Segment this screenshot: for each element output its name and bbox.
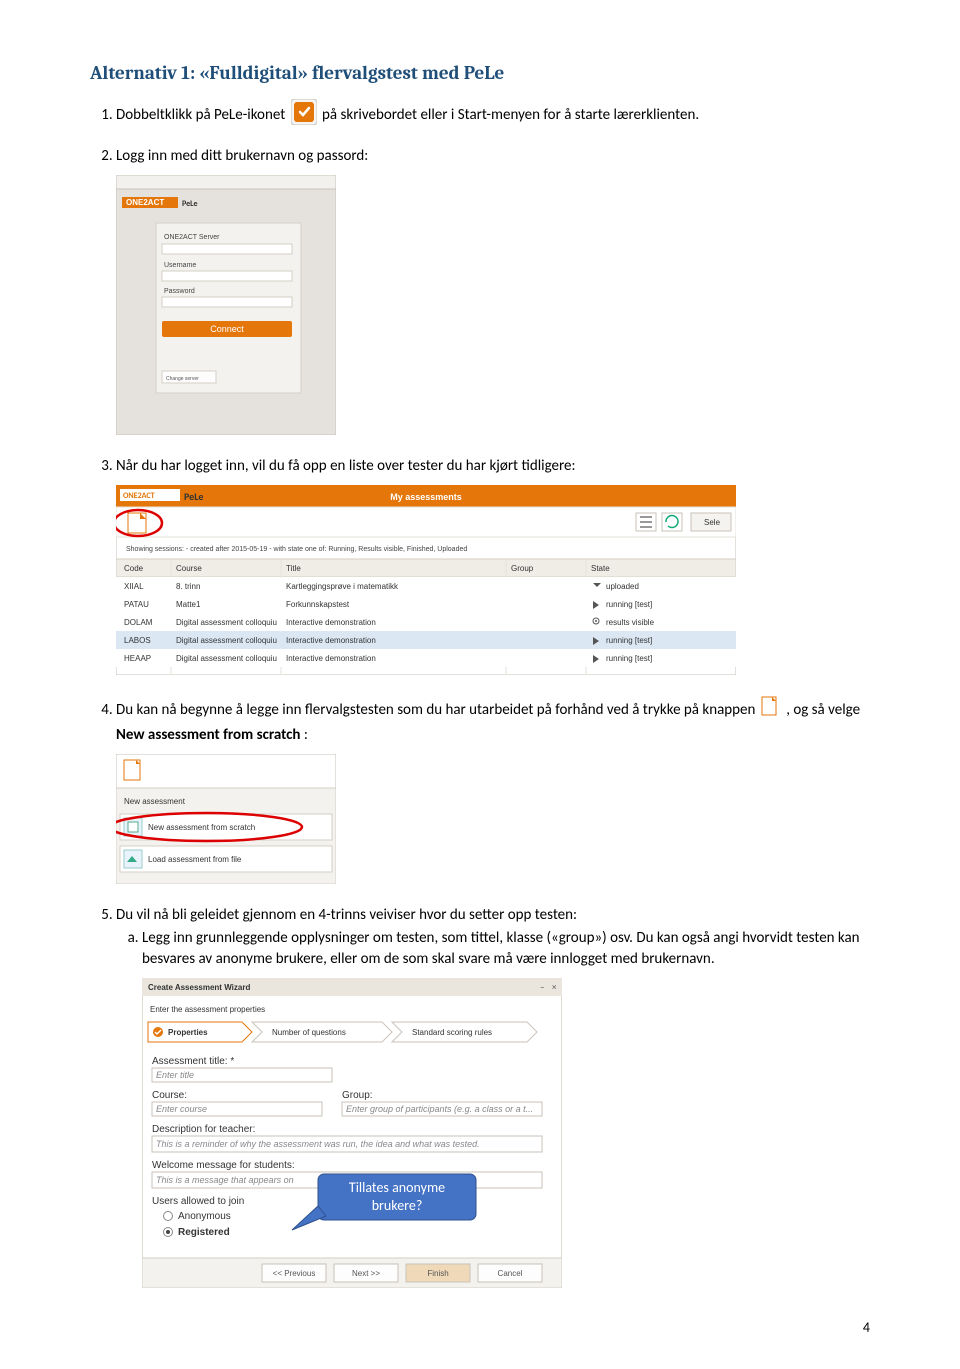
ph-desc: This is a reminder of why the assessment… <box>156 1139 480 1149</box>
ph-asstitle: Enter title <box>156 1070 194 1080</box>
c: DOLAM <box>124 618 153 627</box>
c: Interactive demonstration <box>286 654 376 663</box>
step-list: Dobbeltklikk på PeLe-ikonet på skrivebor… <box>116 99 870 1295</box>
opt-anonymous: Anonymous <box>178 1211 231 1222</box>
col-code: Code <box>124 564 144 573</box>
c: uploaded <box>606 582 639 591</box>
step-4: Du kan nå begynne å legge inn flervalgst… <box>116 696 870 891</box>
wizard-screenshot: Create Assessment Wizard – × Enter the a… <box>142 978 870 1295</box>
col-group: Group <box>511 564 534 573</box>
section-title: Alternativ 1: «Fulldigital» flervalgstes… <box>90 60 870 87</box>
lbl-allowed: Users allowed to join <box>152 1196 244 1207</box>
c: Digital assessment colloquiu <box>176 654 277 663</box>
c: running [test] <box>606 636 652 645</box>
step-5: Du vil nå bli geleidet gjennom en 4-trin… <box>116 905 870 1295</box>
c: Digital assessment colloquiu <box>176 618 277 627</box>
brand-text: ONE2ACT <box>126 198 164 207</box>
c: results visible <box>606 618 655 627</box>
wizard-title: Create Assessment Wizard <box>148 983 250 992</box>
minimize-icon: – <box>540 982 544 993</box>
c: Matte1 <box>176 600 201 609</box>
lbl-asstitle: Assessment title: * <box>152 1056 234 1067</box>
btn-finish: Finish <box>427 1269 448 1278</box>
svg-text:brukere?: brukere? <box>372 1197 423 1214</box>
tab-questions: Number of questions <box>272 1028 346 1037</box>
step-3-text: Når du har logget inn, vil du få opp en … <box>116 457 576 475</box>
c: PATAU <box>124 600 149 609</box>
c: running [test] <box>606 654 652 663</box>
step-5-text: Du vil nå bli geleidet gjennom en 4-trin… <box>116 906 577 924</box>
assessments-screenshot: ONE2ACT PeLe My assessments Sele <box>116 485 870 682</box>
step-1-text-b: på skrivebordet eller i Start-menyen for… <box>322 106 699 124</box>
step-4-bold: New assessment from scratch <box>116 726 300 744</box>
btn-next: Next >> <box>352 1269 380 1278</box>
close-icon: × <box>552 982 557 993</box>
c: running [test] <box>606 600 652 609</box>
menu-scratch: New assessment from scratch <box>148 823 255 832</box>
c: 8. trinn <box>176 582 200 591</box>
lbl-desc: Description for teacher: <box>152 1124 255 1135</box>
pele-app-icon <box>291 99 317 132</box>
login-screenshot: ONE2ACT PeLe ONE2ACT Server Username Pas… <box>116 175 870 442</box>
tab-scoring: Standard scoring rules <box>412 1028 492 1037</box>
col-course: Course <box>176 564 202 573</box>
opt-registered: Registered <box>178 1227 230 1238</box>
step-5a: Legg inn grunnleggende opplysninger om t… <box>142 928 870 1295</box>
server-label: ONE2ACT Server <box>164 234 220 241</box>
step-1: Dobbeltklikk på PeLe-ikonet på skrivebor… <box>116 99 870 132</box>
wizard-tabs: Properties Number of questions Standard … <box>148 1022 537 1042</box>
app-title: PeLe <box>184 490 203 503</box>
step-2: Logg inn med ditt brukernavn og passord:… <box>116 146 870 442</box>
menu-load: Load assessment from file <box>148 855 242 864</box>
step-1-text-a: Dobbeltklikk på PeLe-ikonet <box>116 106 289 124</box>
filter-line: Showing sessions: - created after 2015-0… <box>126 546 467 553</box>
new-document-icon <box>761 696 781 725</box>
c: Digital assessment colloquiu <box>176 636 277 645</box>
menu-new: New assessment <box>124 797 186 806</box>
c: HEAAP <box>124 654 151 663</box>
step-3: Når du har logget inn, vil du få opp en … <box>116 456 870 682</box>
ph-course: Enter course <box>156 1104 207 1114</box>
btn-cancel: Cancel <box>498 1269 523 1278</box>
username-label: Username <box>164 262 196 269</box>
select-button: Sele <box>704 518 721 527</box>
app-text: PeLe <box>182 199 198 209</box>
myassessments-header: My assessments <box>390 492 462 502</box>
col-title: Title <box>286 564 301 573</box>
c: Interactive demonstration <box>286 618 376 627</box>
svg-text:Tillates anonyme: Tillates anonyme <box>349 1179 445 1196</box>
step-4-text-d: : <box>304 726 308 744</box>
connect-button: Connect <box>210 324 244 334</box>
c: XIIAL <box>124 582 144 591</box>
col-state: State <box>591 564 610 573</box>
brand-text: ONE2ACT <box>123 491 155 501</box>
step-5a-text: Legg inn grunnleggende opplysninger om t… <box>142 929 860 968</box>
lbl-welcome: Welcome message for students: <box>152 1160 295 1171</box>
btn-prev: << Previous <box>273 1269 316 1278</box>
tab-properties: Properties <box>168 1028 208 1037</box>
change-server-button: Change server <box>166 376 199 382</box>
c: Kartleggingsprøve i matematikk <box>286 582 399 591</box>
ph-group: Enter group of participants (e.g. a clas… <box>346 1104 533 1114</box>
wizard-intro: Enter the assessment properties <box>150 1005 265 1014</box>
step-4-text-a: Du kan nå begynne å legge inn flervalgst… <box>116 701 759 719</box>
c: Interactive demonstration <box>286 636 376 645</box>
c: Forkunnskapstest <box>286 600 350 609</box>
lbl-group: Group: <box>342 1090 373 1101</box>
step-4-text-b: , og så velge <box>786 701 860 719</box>
password-label: Password <box>164 288 195 295</box>
step-2-text: Logg inn med ditt brukernavn og passord: <box>116 147 368 165</box>
page-number: 4 <box>863 1318 870 1338</box>
newmenu-screenshot: New assessment New assessment from scrat… <box>116 754 870 891</box>
lbl-course: Course: <box>152 1090 187 1101</box>
ph-welcome: This is a message that appears on <box>156 1175 294 1185</box>
c: LABOS <box>124 636 151 645</box>
